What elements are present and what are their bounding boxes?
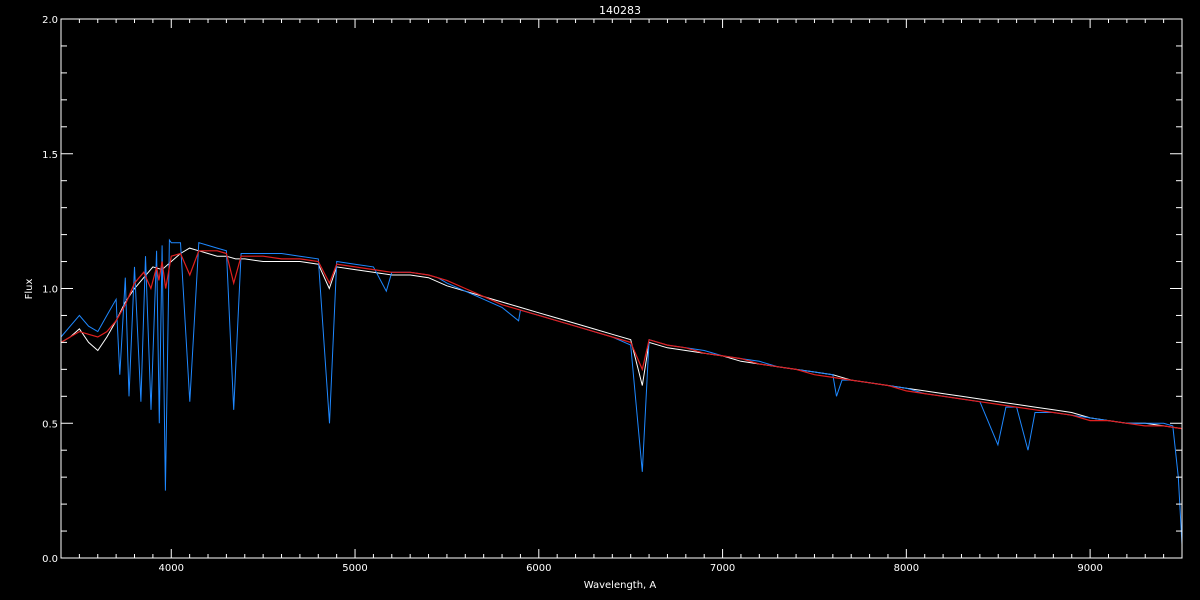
chart-title: 140283: [599, 4, 641, 17]
y-axis-label: Flux: [24, 279, 35, 300]
x-tick-label: 5000: [342, 563, 367, 574]
y-tick-label: 1.0: [42, 285, 58, 296]
x-tick-label: 8000: [894, 563, 919, 574]
x-tick-label: 7000: [710, 563, 735, 574]
x-tick-label: 4000: [159, 563, 184, 574]
x-axis-label: Wavelength, A: [584, 580, 657, 591]
y-tick-label: 1.5: [42, 150, 58, 161]
chart-background: [0, 0, 1200, 600]
y-tick-label: 0.5: [42, 419, 58, 430]
x-tick-label: 9000: [1077, 563, 1102, 574]
x-tick-label: 6000: [526, 563, 551, 574]
spectrum-chart: 140283 4000 5000 6000 7000 8000 9000 0.0 0.5 1.0…: [0, 0, 1200, 600]
y-tick-label: 0.0: [42, 554, 58, 565]
y-tick-label: 2.0: [42, 15, 58, 26]
